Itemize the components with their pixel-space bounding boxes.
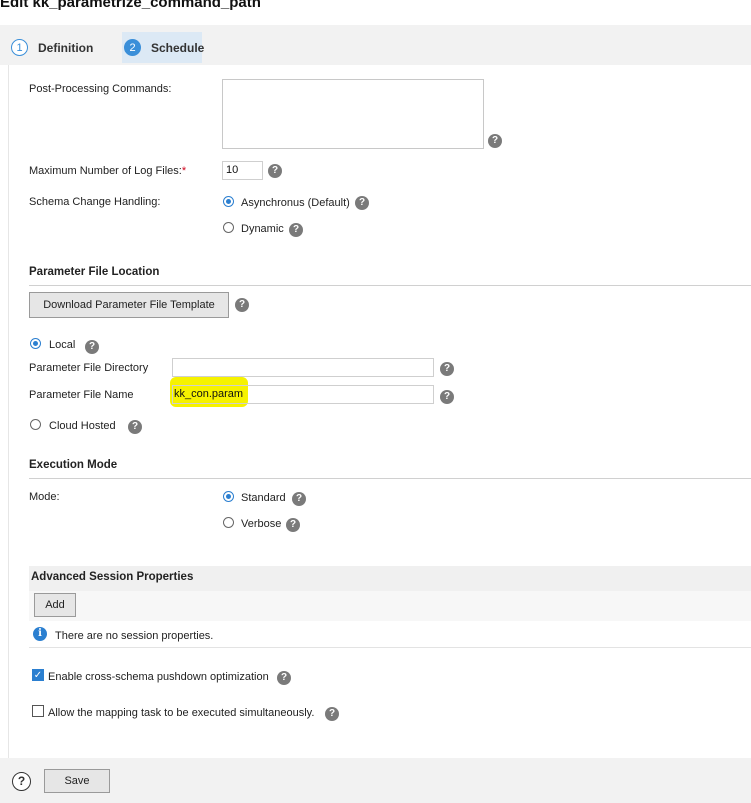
section-divider — [29, 478, 751, 479]
wizard-steps: 1 Definition 2 Schedule — [0, 25, 751, 65]
help-icon[interactable]: ? — [268, 164, 282, 178]
radio-verbose-label: Verbose — [241, 518, 282, 530]
section-divider — [29, 647, 751, 648]
add-session-property-button[interactable]: Add — [34, 593, 76, 617]
help-icon[interactable]: ? — [286, 518, 300, 532]
step-number-2: 2 — [124, 39, 141, 56]
max-log-files-label: Maximum Number of Log Files:* — [29, 165, 186, 177]
advanced-session-title: Advanced Session Properties — [31, 571, 194, 583]
post-processing-label: Post-Processing Commands: — [29, 83, 172, 95]
radio-asynchronous[interactable] — [223, 196, 234, 207]
advanced-session-header: Advanced Session Properties — [29, 566, 751, 591]
simultaneous-label: Allow the mapping task to be executed si… — [48, 707, 315, 719]
footer-help-icon[interactable]: ? — [12, 772, 31, 791]
tab-definition-label: Definition — [38, 41, 94, 55]
help-icon[interactable]: ? — [85, 340, 99, 354]
radio-verbose[interactable] — [223, 517, 234, 528]
pushdown-checkbox[interactable]: ✓ — [32, 669, 44, 681]
section-divider — [29, 285, 751, 286]
footer-bar: ? Save — [0, 758, 751, 803]
save-button[interactable]: Save — [44, 769, 110, 793]
help-icon[interactable]: ? — [440, 362, 454, 376]
pushdown-label: Enable cross-schema pushdown optimizatio… — [48, 671, 269, 683]
execution-mode-section-title: Execution Mode — [29, 459, 118, 471]
radio-dynamic[interactable] — [223, 222, 234, 233]
parameter-directory-label: Parameter File Directory — [29, 362, 149, 374]
max-log-files-input[interactable]: 10 — [222, 161, 263, 180]
required-marker: * — [181, 165, 187, 177]
no-session-properties-message: There are no session properties. — [55, 630, 214, 642]
radio-standard-label: Standard — [241, 492, 286, 504]
help-icon[interactable]: ? — [289, 223, 303, 237]
post-processing-textarea[interactable] — [222, 79, 484, 149]
tab-schedule[interactable]: 2 Schedule — [122, 32, 205, 63]
help-icon[interactable]: ? — [128, 420, 142, 434]
radio-cloud-hosted-label: Cloud Hosted — [49, 420, 116, 432]
tab-schedule-label: Schedule — [151, 41, 205, 55]
help-icon[interactable]: ? — [440, 390, 454, 404]
radio-dynamic-label: Dynamic — [241, 223, 284, 235]
help-icon[interactable]: ? — [235, 298, 249, 312]
help-icon[interactable]: ? — [355, 196, 369, 210]
page-title: Edit kk_parametrize_command_path — [0, 0, 261, 11]
radio-local[interactable] — [30, 338, 41, 349]
parameter-file-section-title: Parameter File Location — [29, 266, 160, 278]
step-number-1: 1 — [11, 39, 28, 56]
info-icon: i — [33, 627, 47, 641]
download-template-button[interactable]: Download Parameter File Template — [29, 292, 229, 318]
radio-cloud-hosted[interactable] — [30, 419, 41, 430]
radio-standard[interactable] — [223, 491, 234, 502]
parameter-directory-input[interactable] — [172, 358, 434, 377]
parameter-file-name-label: Parameter File Name — [29, 389, 134, 401]
help-icon[interactable]: ? — [277, 671, 291, 685]
help-icon[interactable]: ? — [325, 707, 339, 721]
help-icon[interactable]: ? — [292, 492, 306, 506]
parameter-file-name-input[interactable]: kk_con.param — [172, 385, 434, 404]
help-icon[interactable]: ? — [488, 134, 502, 148]
tab-definition[interactable]: 1 Definition — [0, 25, 112, 65]
schema-change-label: Schema Change Handling: — [29, 196, 161, 208]
advanced-toolbar — [29, 591, 751, 621]
mode-label: Mode: — [29, 491, 60, 503]
max-log-files-text: Maximum Number of Log Files: — [29, 165, 182, 177]
radio-local-label: Local — [49, 339, 76, 351]
radio-asynchronous-label: Asynchronus (Default) — [241, 197, 350, 209]
simultaneous-checkbox[interactable] — [32, 705, 44, 717]
